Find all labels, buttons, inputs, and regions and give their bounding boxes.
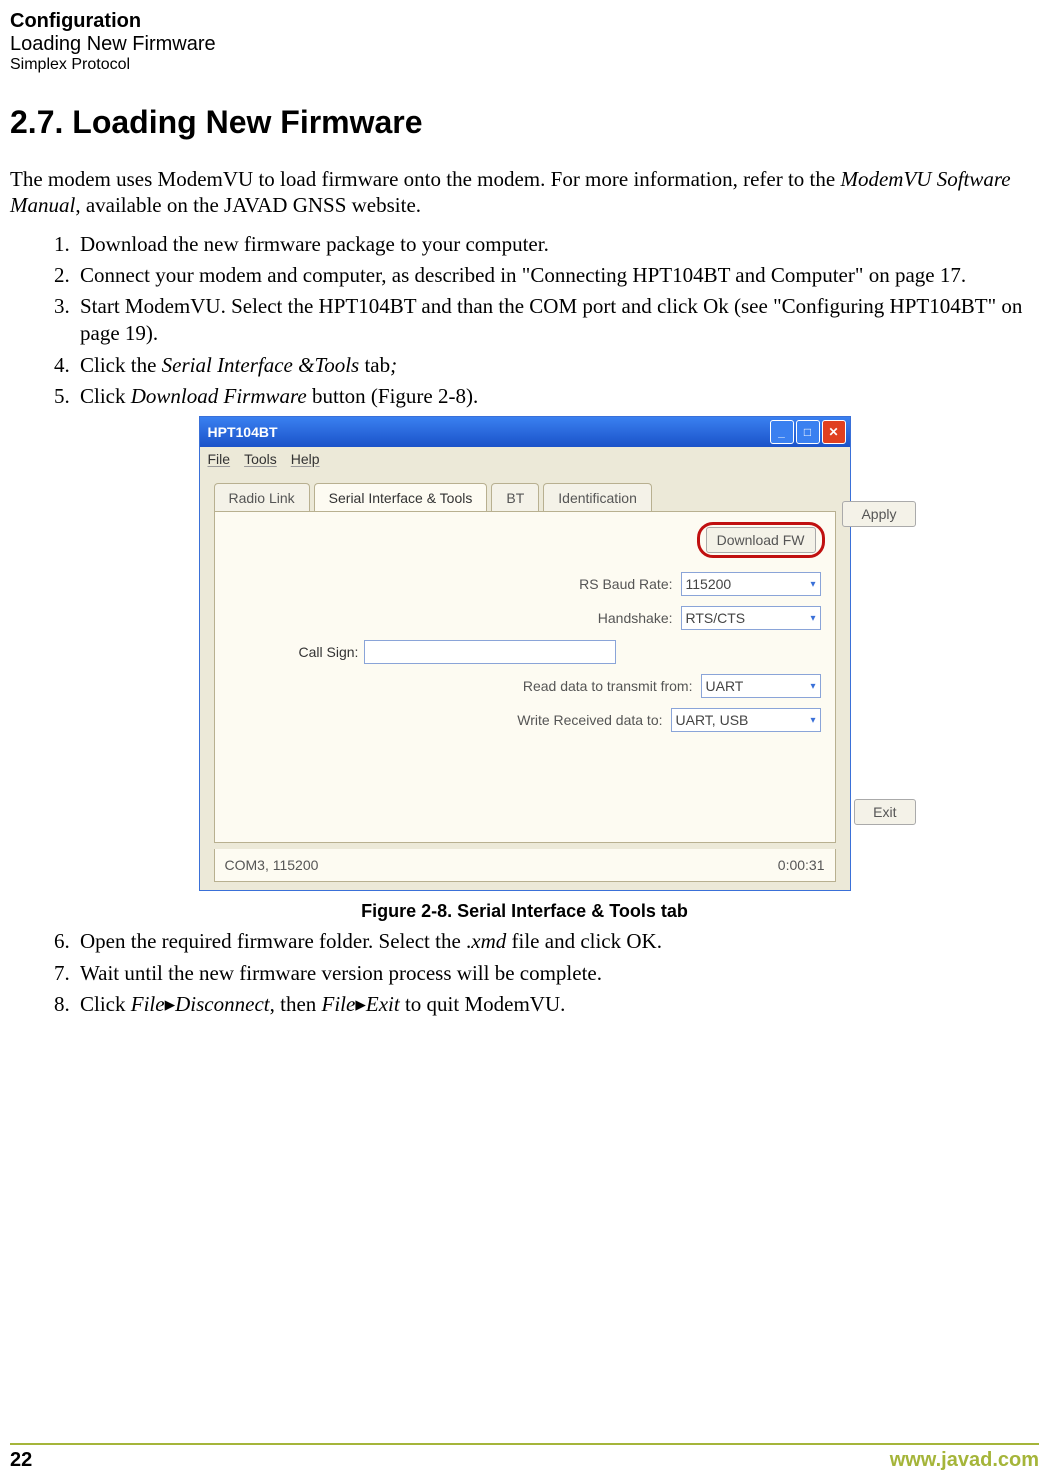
write-value: UART, USB <box>676 712 749 728</box>
triangle-icon: ▸ <box>355 992 366 1016</box>
step-text: Download the new firmware package to you… <box>80 232 549 256</box>
step-text: Click <box>80 992 131 1016</box>
maximize-button[interactable]: □ <box>796 420 820 444</box>
download-highlight-oval: Download FW <box>697 522 825 558</box>
header-line3: Simplex Protocol <box>10 56 1039 74</box>
tab-bt[interactable]: BT <box>491 483 539 512</box>
step-italic: Serial Interface &Tools <box>162 353 360 377</box>
triangle-icon: ▸ <box>165 992 176 1016</box>
minimize-button[interactable]: _ <box>770 420 794 444</box>
step: Start ModemVU. Select the HPT104BT and t… <box>75 293 1039 348</box>
step-text: button (Figure 2-8). <box>307 384 478 408</box>
write-select[interactable]: UART, USB ▾ <box>671 708 821 732</box>
tab-radio-link[interactable]: Radio Link <box>214 483 310 512</box>
step-italic: xmd <box>471 929 506 953</box>
handshake-value: RTS/CTS <box>686 610 746 626</box>
step-italic: File <box>322 992 356 1016</box>
tabs: Radio Link Serial Interface & Tools BT I… <box>214 483 836 512</box>
chevron-down-icon: ▾ <box>810 613 815 624</box>
step-italic: Exit <box>366 992 400 1016</box>
client-area: Radio Link Serial Interface & Tools BT I… <box>200 471 850 890</box>
status-bar: COM3, 115200 0:00:31 <box>214 849 836 882</box>
step-text: to quit ModemVU. <box>400 992 566 1016</box>
step: Wait until the new firmware version proc… <box>75 960 1039 987</box>
page-header: Configuration Loading New Firmware Simpl… <box>10 10 1039 74</box>
write-label: Write Received data to: <box>517 712 662 728</box>
chevron-down-icon: ▾ <box>810 715 815 726</box>
step-italic: Download Firmware <box>131 384 307 408</box>
page-number: 22 <box>10 1449 32 1472</box>
baud-select[interactable]: 115200 ▾ <box>681 572 821 596</box>
chevron-down-icon: ▾ <box>810 579 815 590</box>
step-text: Open the required firmware folder. Selec… <box>80 929 471 953</box>
menu-help[interactable]: Help <box>291 451 320 467</box>
step-text: Click <box>80 384 131 408</box>
step-text: file and click OK. <box>506 929 662 953</box>
step: Open the required firmware folder. Selec… <box>75 928 1039 955</box>
step: Click the Serial Interface &Tools tab; <box>75 352 1039 379</box>
download-fw-button[interactable]: Download FW <box>706 527 816 553</box>
handshake-select[interactable]: RTS/CTS ▾ <box>681 606 821 630</box>
step-text: Connect your modem and computer, as desc… <box>80 263 966 287</box>
menu-tools[interactable]: Tools <box>244 451 277 467</box>
step-text: Wait until the new firmware version proc… <box>80 961 602 985</box>
baud-value: 115200 <box>686 576 732 592</box>
status-left: COM3, 115200 <box>225 857 319 873</box>
step: Click File▸Disconnect, then File▸Exit to… <box>75 991 1039 1018</box>
status-right: 0:00:31 <box>778 857 825 873</box>
step-text: Click the <box>80 353 162 377</box>
step-italic: Disconnect <box>175 992 269 1016</box>
step-text: tab <box>359 353 390 377</box>
step-text: , then <box>270 992 322 1016</box>
read-select[interactable]: UART ▾ <box>701 674 821 698</box>
footer-url: www.javad.com <box>890 1449 1039 1472</box>
step: Click Download Firmware button (Figure 2… <box>75 383 1039 410</box>
tab-identification[interactable]: Identification <box>543 483 652 512</box>
step: Download the new firmware package to you… <box>75 231 1039 258</box>
read-label: Read data to transmit from: <box>523 678 693 694</box>
header-line1: Configuration <box>10 10 1039 33</box>
page-footer: 22 www.javad.com <box>10 1443 1039 1472</box>
steps-list-2: Open the required firmware folder. Selec… <box>10 928 1039 1018</box>
menu-file[interactable]: File <box>208 451 231 467</box>
figure-caption: Figure 2-8. Serial Interface & Tools tab <box>10 901 1039 922</box>
tab-serial[interactable]: Serial Interface & Tools <box>314 483 488 512</box>
window-title: HPT104BT <box>208 424 278 440</box>
intro-text: The modem uses ModemVU to load firmware … <box>10 167 840 191</box>
screenshot-window: HPT104BT _ □ ✕ File Tools Help Radio Lin… <box>199 416 851 891</box>
step: Connect your modem and computer, as desc… <box>75 262 1039 289</box>
baud-label: RS Baud Rate: <box>579 576 672 592</box>
steps-list: Download the new firmware package to you… <box>10 231 1039 411</box>
apply-button[interactable]: Apply <box>842 501 915 527</box>
window-buttons: _ □ ✕ <box>770 420 846 444</box>
titlebar: HPT104BT _ □ ✕ <box>200 417 850 447</box>
header-line2: Loading New Firmware <box>10 33 1039 56</box>
callsign-input[interactable] <box>364 640 616 664</box>
intro-text-tail: , available on the JAVAD GNSS website. <box>75 193 421 217</box>
close-button[interactable]: ✕ <box>822 420 846 444</box>
step-text: Start ModemVU. Select the HPT104BT and t… <box>80 294 1022 345</box>
menu-bar: File Tools Help <box>200 447 850 471</box>
section-heading: 2.7. Loading New Firmware <box>10 104 1039 141</box>
read-value: UART <box>706 678 744 694</box>
handshake-label: Handshake: <box>598 610 673 626</box>
chevron-down-icon: ▾ <box>810 681 815 692</box>
exit-button[interactable]: Exit <box>854 799 915 825</box>
tab-pane: Download FW RS Baud Rate: 115200 ▾ Hands… <box>214 511 836 843</box>
intro-paragraph: The modem uses ModemVU to load firmware … <box>10 166 1039 219</box>
step-italic: ; <box>390 353 397 377</box>
callsign-label: Call Sign: <box>299 644 359 660</box>
step-italic: File <box>131 992 165 1016</box>
